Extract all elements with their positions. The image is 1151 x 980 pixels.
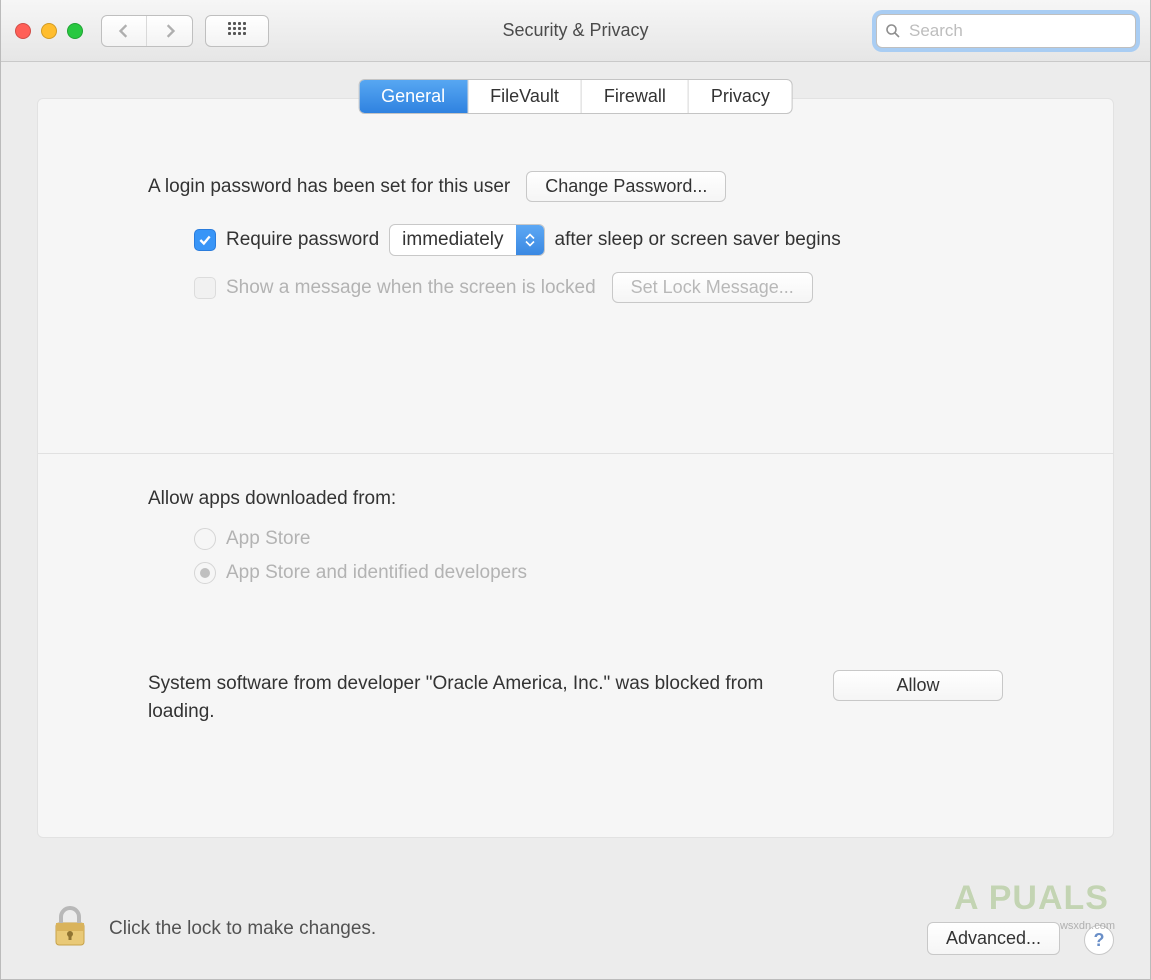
tab-bar: General FileVault Firewall Privacy [358, 79, 793, 114]
tab-filevault[interactable]: FileVault [468, 80, 582, 113]
blocked-software-text: System software from developer "Oracle A… [148, 670, 768, 725]
general-panel: General FileVault Firewall Privacy A log… [37, 98, 1114, 838]
search-icon [885, 23, 901, 39]
lock-hint-text: Click the lock to make changes. [109, 918, 376, 940]
show-all-button[interactable] [205, 15, 269, 47]
require-password-checkbox[interactable] [194, 229, 216, 251]
chevron-right-icon [163, 24, 177, 38]
footer: Click the lock to make changes. Advanced… [1, 879, 1150, 979]
preferences-window: Security & Privacy General FileVault Fir… [0, 0, 1151, 980]
show-lock-message-label: Show a message when the screen is locked [226, 277, 596, 299]
allow-apps-heading: Allow apps downloaded from: [148, 488, 396, 510]
minimize-window-button[interactable] [41, 23, 57, 39]
advanced-button[interactable]: Advanced... [927, 922, 1060, 955]
traffic-lights [15, 23, 83, 39]
after-sleep-text: after sleep or screen saver begins [555, 229, 841, 251]
titlebar: Security & Privacy [1, 0, 1150, 62]
show-lock-message-checkbox[interactable] [194, 277, 216, 299]
change-password-button[interactable]: Change Password... [526, 171, 726, 202]
grid-icon [228, 22, 246, 40]
back-button[interactable] [102, 16, 147, 46]
lock-icon[interactable] [53, 905, 87, 953]
password-delay-select[interactable]: immediately [389, 224, 544, 256]
tab-firewall[interactable]: Firewall [582, 80, 689, 113]
password-delay-value: immediately [390, 225, 515, 255]
check-icon [198, 233, 212, 247]
radio-app-store[interactable] [194, 528, 216, 550]
help-button[interactable]: ? [1084, 925, 1114, 955]
tab-general[interactable]: General [359, 80, 468, 113]
zoom-window-button[interactable] [67, 23, 83, 39]
tab-privacy[interactable]: Privacy [689, 80, 792, 113]
chevron-left-icon [117, 24, 131, 38]
login-password-text: A login password has been set for this u… [148, 176, 510, 198]
search-input[interactable] [907, 20, 1132, 42]
radio-identified-developers[interactable] [194, 562, 216, 584]
allow-button[interactable]: Allow [833, 670, 1003, 701]
close-window-button[interactable] [15, 23, 31, 39]
forward-button[interactable] [147, 16, 192, 46]
stepper-arrows-icon [516, 225, 544, 255]
search-field-container[interactable] [876, 14, 1136, 48]
nav-buttons [101, 15, 193, 47]
content-area: General FileVault Firewall Privacy A log… [1, 62, 1150, 879]
set-lock-message-button[interactable]: Set Lock Message... [612, 272, 813, 303]
radio-identified-label: App Store and identified developers [226, 562, 527, 584]
radio-app-store-label: App Store [226, 528, 311, 550]
require-password-label: Require password [226, 229, 379, 251]
